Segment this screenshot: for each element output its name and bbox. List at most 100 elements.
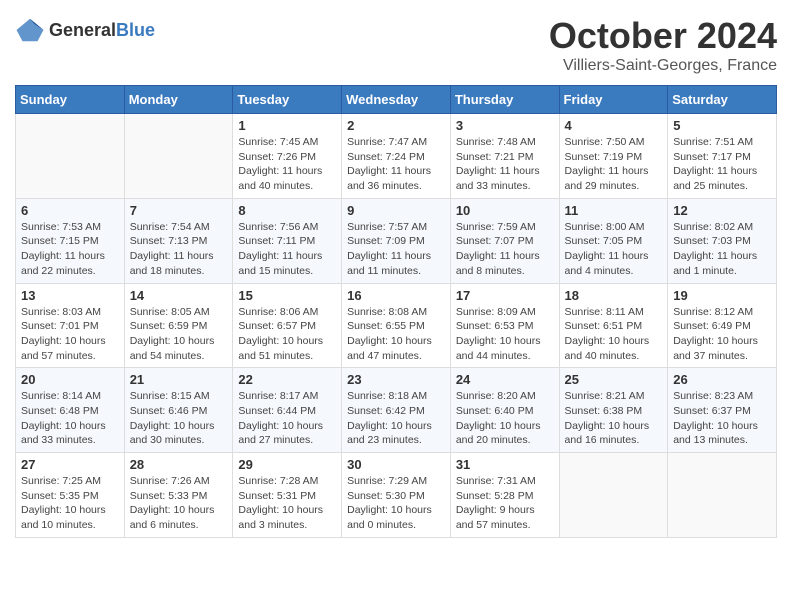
calendar-cell: [559, 453, 668, 538]
day-number: 3: [456, 118, 554, 133]
day-number: 11: [565, 203, 663, 218]
calendar-cell: 3 Sunrise: 7:48 AMSunset: 7:21 PMDaylight…: [450, 114, 559, 199]
day-info: Sunrise: 7:29 AMSunset: 5:30 PMDaylight:…: [347, 474, 445, 533]
calendar-cell: [668, 453, 777, 538]
day-info: Sunrise: 7:25 AMSunset: 5:35 PMDaylight:…: [21, 474, 119, 533]
calendar-cell: 13Sunrise: 8:03 AMSunset: 7:01 PMDayligh…: [16, 283, 125, 368]
calendar-cell: 30 Sunrise: 7:29 AMSunset: 5:30 PMDayligh…: [342, 453, 451, 538]
day-number: 14: [130, 288, 228, 303]
day-info: Sunrise: 8:15 AMSunset: 6:46 PMDaylight:…: [130, 389, 228, 448]
day-info: Sunrise: 8:09 AMSunset: 6:53 PMDaylight:…: [456, 305, 554, 364]
day-info: Sunrise: 7:54 AMSunset: 7:13 PMDaylight:…: [130, 220, 228, 279]
day-info: Sunrise: 8:05 AMSunset: 6:59 PMDaylight:…: [130, 305, 228, 364]
day-info: Sunrise: 7:47 AMSunset: 7:24 PMDaylight:…: [347, 135, 445, 194]
day-info: Sunrise: 8:00 AMSunset: 7:05 PMDaylight:…: [565, 220, 663, 279]
calendar-cell: 28Sunrise: 7:26 AMSunset: 5:33 PMDayligh…: [124, 453, 233, 538]
calendar-cell: 23Sunrise: 8:18 AMSunset: 6:42 PMDayligh…: [342, 368, 451, 453]
day-number: 7: [130, 203, 228, 218]
logo-text: GeneralBlue: [49, 20, 155, 41]
day-number: 22: [238, 372, 336, 387]
calendar-cell: 21 Sunrise: 8:15 AMSunset: 6:46 PMDayligh…: [124, 368, 233, 453]
day-info: Sunrise: 8:18 AMSunset: 6:42 PMDaylight:…: [347, 389, 445, 448]
day-info: Sunrise: 8:21 AMSunset: 6:38 PMDaylight:…: [565, 389, 663, 448]
calendar-cell: 20Sunrise: 8:14 AMSunset: 6:48 PMDayligh…: [16, 368, 125, 453]
day-info: Sunrise: 7:28 AMSunset: 5:31 PMDaylight:…: [238, 474, 336, 533]
weekday-header-friday: Friday: [559, 86, 668, 114]
day-number: 21: [130, 372, 228, 387]
weekday-header-wednesday: Wednesday: [342, 86, 451, 114]
calendar-cell: 26 Sunrise: 8:23 AMSunset: 6:37 PMDayligh…: [668, 368, 777, 453]
day-number: 17: [456, 288, 554, 303]
day-number: 15: [238, 288, 336, 303]
day-number: 5: [673, 118, 771, 133]
calendar-cell: 19Sunrise: 8:12 AMSunset: 6:49 PMDayligh…: [668, 283, 777, 368]
calendar-cell: 14 Sunrise: 8:05 AMSunset: 6:59 PMDayligh…: [124, 283, 233, 368]
day-info: Sunrise: 7:48 AMSunset: 7:21 PMDaylight:…: [456, 135, 554, 194]
day-info: Sunrise: 8:12 AMSunset: 6:49 PMDaylight:…: [673, 305, 771, 364]
day-info: Sunrise: 7:57 AMSunset: 7:09 PMDaylight:…: [347, 220, 445, 279]
day-number: 1: [238, 118, 336, 133]
title-block: October 2024 Villiers-Saint-Georges, Fra…: [549, 15, 777, 75]
calendar-cell: 1 Sunrise: 7:45 AMSunset: 7:26 PMDaylight…: [233, 114, 342, 199]
day-info: Sunrise: 8:20 AMSunset: 6:40 PMDaylight:…: [456, 389, 554, 448]
calendar-week-1: 1 Sunrise: 7:45 AMSunset: 7:26 PMDaylight…: [16, 114, 777, 199]
calendar-week-2: 6 Sunrise: 7:53 AMSunset: 7:15 PMDaylight…: [16, 198, 777, 283]
calendar-cell: 6 Sunrise: 7:53 AMSunset: 7:15 PMDaylight…: [16, 198, 125, 283]
day-number: 9: [347, 203, 445, 218]
calendar-week-3: 13Sunrise: 8:03 AMSunset: 7:01 PMDayligh…: [16, 283, 777, 368]
calendar-cell: 17 Sunrise: 8:09 AMSunset: 6:53 PMDayligh…: [450, 283, 559, 368]
day-number: 27: [21, 457, 119, 472]
calendar-cell: 27 Sunrise: 7:25 AMSunset: 5:35 PMDayligh…: [16, 453, 125, 538]
logo-general: General: [49, 20, 116, 40]
day-number: 18: [565, 288, 663, 303]
calendar-cell: 22 Sunrise: 8:17 AMSunset: 6:44 PMDayligh…: [233, 368, 342, 453]
day-number: 8: [238, 203, 336, 218]
day-number: 30: [347, 457, 445, 472]
calendar-cell: 10Sunrise: 7:59 AMSunset: 7:07 PMDayligh…: [450, 198, 559, 283]
day-info: Sunrise: 8:02 AMSunset: 7:03 PMDaylight:…: [673, 220, 771, 279]
day-info: Sunrise: 8:08 AMSunset: 6:55 PMDaylight:…: [347, 305, 445, 364]
calendar-week-5: 27 Sunrise: 7:25 AMSunset: 5:35 PMDayligh…: [16, 453, 777, 538]
day-info: Sunrise: 8:23 AMSunset: 6:37 PMDaylight:…: [673, 389, 771, 448]
calendar-table: SundayMondayTuesdayWednesdayThursdayFrid…: [15, 85, 777, 538]
weekday-header-thursday: Thursday: [450, 86, 559, 114]
day-number: 16: [347, 288, 445, 303]
day-info: Sunrise: 7:45 AMSunset: 7:26 PMDaylight:…: [238, 135, 336, 194]
calendar-cell: 15 Sunrise: 8:06 AMSunset: 6:57 PMDayligh…: [233, 283, 342, 368]
logo: GeneralBlue: [15, 15, 155, 45]
weekday-header-monday: Monday: [124, 86, 233, 114]
calendar-cell: 11 Sunrise: 8:00 AMSunset: 7:05 PMDayligh…: [559, 198, 668, 283]
day-info: Sunrise: 8:06 AMSunset: 6:57 PMDaylight:…: [238, 305, 336, 364]
day-number: 24: [456, 372, 554, 387]
day-number: 2: [347, 118, 445, 133]
weekday-header-tuesday: Tuesday: [233, 86, 342, 114]
calendar-cell: 7 Sunrise: 7:54 AMSunset: 7:13 PMDaylight…: [124, 198, 233, 283]
day-number: 10: [456, 203, 554, 218]
month-title: October 2024: [549, 15, 777, 57]
day-number: 26: [673, 372, 771, 387]
calendar-cell: 25 Sunrise: 8:21 AMSunset: 6:38 PMDayligh…: [559, 368, 668, 453]
weekday-header-saturday: Saturday: [668, 86, 777, 114]
day-info: Sunrise: 7:53 AMSunset: 7:15 PMDaylight:…: [21, 220, 119, 279]
calendar-cell: 2 Sunrise: 7:47 AMSunset: 7:24 PMDaylight…: [342, 114, 451, 199]
day-info: Sunrise: 8:17 AMSunset: 6:44 PMDaylight:…: [238, 389, 336, 448]
calendar-cell: [124, 114, 233, 199]
day-info: Sunrise: 7:51 AMSunset: 7:17 PMDaylight:…: [673, 135, 771, 194]
day-number: 25: [565, 372, 663, 387]
day-number: 4: [565, 118, 663, 133]
calendar-cell: 12Sunrise: 8:02 AMSunset: 7:03 PMDayligh…: [668, 198, 777, 283]
calendar-cell: 5 Sunrise: 7:51 AMSunset: 7:17 PMDaylight…: [668, 114, 777, 199]
day-number: 29: [238, 457, 336, 472]
calendar-cell: 31Sunrise: 7:31 AMSunset: 5:28 PMDayligh…: [450, 453, 559, 538]
day-number: 13: [21, 288, 119, 303]
day-info: Sunrise: 7:56 AMSunset: 7:11 PMDaylight:…: [238, 220, 336, 279]
calendar-cell: 16 Sunrise: 8:08 AMSunset: 6:55 PMDayligh…: [342, 283, 451, 368]
weekday-header-row: SundayMondayTuesdayWednesdayThursdayFrid…: [16, 86, 777, 114]
page-header: GeneralBlue October 2024 Villiers-Saint-…: [15, 15, 777, 75]
location-title: Villiers-Saint-Georges, France: [549, 57, 777, 75]
calendar-cell: 9 Sunrise: 7:57 AMSunset: 7:09 PMDaylight…: [342, 198, 451, 283]
calendar-cell: 29 Sunrise: 7:28 AMSunset: 5:31 PMDayligh…: [233, 453, 342, 538]
day-number: 6: [21, 203, 119, 218]
weekday-header-sunday: Sunday: [16, 86, 125, 114]
day-info: Sunrise: 7:26 AMSunset: 5:33 PMDaylight:…: [130, 474, 228, 533]
